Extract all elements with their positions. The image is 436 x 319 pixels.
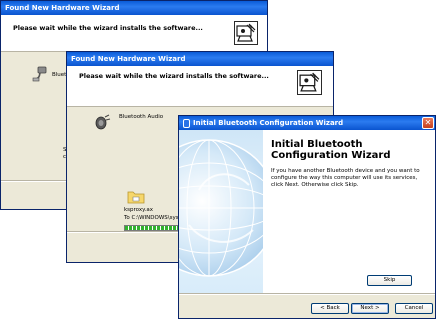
wizard-heading: Initial Bluetooth Configuration Wizard xyxy=(271,139,391,161)
hardware-wizard-icon xyxy=(297,70,322,95)
titlebar[interactable]: Found New Hardware Wizard xyxy=(67,52,333,66)
window-title: Found New Hardware Wizard xyxy=(71,55,186,63)
wizard-instructions: If you have another Bluetooth device and… xyxy=(271,168,420,188)
close-button[interactable]: ✕ xyxy=(422,117,434,129)
cancel-button[interactable]: Cancel xyxy=(395,303,433,314)
titlebar[interactable]: Initial Bluetooth Configuration Wizard xyxy=(179,116,435,130)
next-button[interactable]: Next > xyxy=(351,303,389,314)
copying-file-destination: To C:\WINDOWS\sys xyxy=(124,215,179,221)
screenshot-stage: Found New Hardware Wizard Please wait wh… xyxy=(0,0,436,319)
folder-copy-icon xyxy=(127,188,145,204)
window-title: Initial Bluetooth Configuration Wizard xyxy=(193,119,344,127)
bluetooth-icon xyxy=(183,118,190,128)
skip-button[interactable]: Skip xyxy=(367,275,412,286)
wizard-header-text: Please wait while the wizard installs th… xyxy=(79,72,269,80)
device-label: Bluetooth Audio xyxy=(119,114,164,120)
bluetooth-config-wizard-window: Initial Bluetooth Configuration Wizard ✕ xyxy=(178,115,436,319)
back-button[interactable]: < Back xyxy=(311,303,349,314)
wizard-side-graphic xyxy=(179,130,263,293)
wizard-header-text: Please wait while the wizard installs th… xyxy=(13,24,203,32)
wizard-header: Please wait while the wizard installs th… xyxy=(1,15,267,52)
progress-fill xyxy=(125,226,183,230)
bluetooth-device-icon xyxy=(31,65,49,83)
wizard-content: Initial Bluetooth Configuration Wizard I… xyxy=(263,130,435,293)
titlebar[interactable]: Found New Hardware Wizard xyxy=(1,1,267,15)
wizard-header: Please wait while the wizard installs th… xyxy=(67,66,333,107)
copying-file-name: ksproxy.ax xyxy=(124,207,153,213)
hardware-wizard-icon xyxy=(234,21,258,45)
bluetooth-audio-icon xyxy=(93,113,111,131)
window-title: Found New Hardware Wizard xyxy=(5,4,120,12)
footer-divider xyxy=(179,293,435,295)
